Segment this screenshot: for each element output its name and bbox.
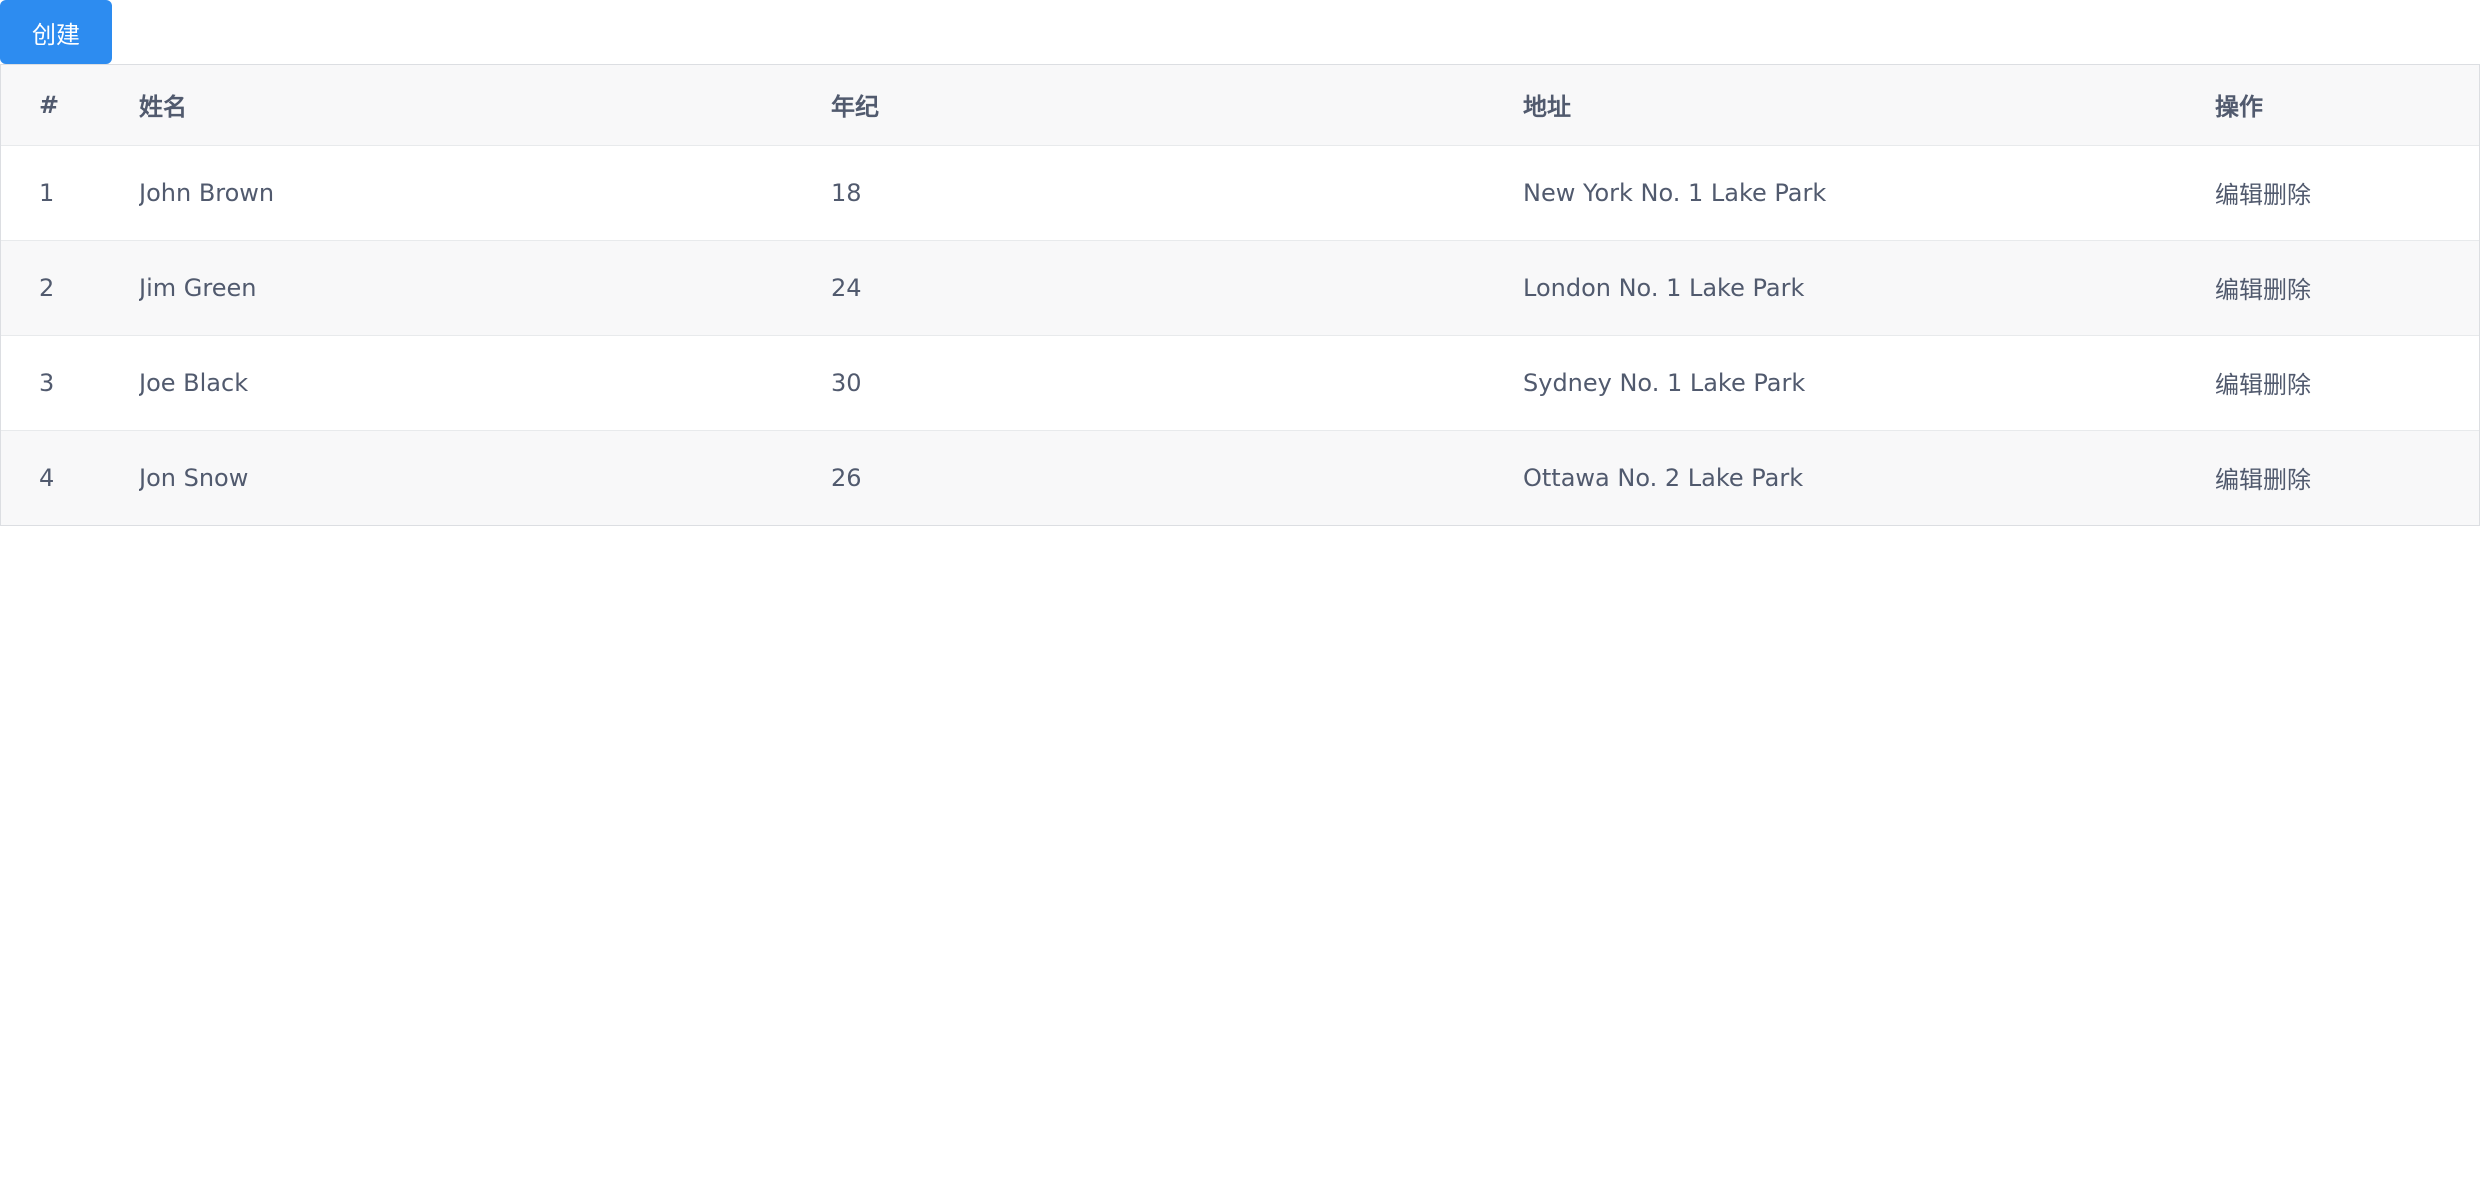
row-actions: 编辑删除 — [2215, 335, 2479, 431]
delete-button[interactable]: 删除 — [2263, 181, 2311, 209]
edit-button[interactable]: 编辑 — [2215, 276, 2263, 304]
row-age: 24 — [831, 240, 1523, 336]
row-name: Jim Green — [139, 240, 831, 336]
column-header-address: 地址 — [1523, 65, 2215, 146]
row-age: 26 — [831, 463, 862, 492]
row-index: 4 — [39, 463, 55, 492]
row-actions: 编辑删除 — [2215, 430, 2479, 525]
table-row: 3 Joe Black 30 Sydney No. 1 Lake Park 编辑… — [1, 335, 2479, 431]
table-row: 4 Jon Snow 26 Ottawa No. 2 Lake Park 编辑删… — [1, 430, 2479, 525]
column-header-index: # — [1, 65, 139, 146]
row-actions: 编辑删除 — [2215, 240, 2479, 336]
column-header-actions: 操作 — [2215, 65, 2479, 146]
row-address: Ottawa No. 2 Lake Park — [1523, 463, 1804, 492]
row-age: 18 — [831, 145, 1523, 241]
table-header: # 姓名 年纪 地址 操作 — [1, 65, 2479, 146]
row-index: 2 — [1, 240, 139, 336]
toolbar: 创建 — [0, 0, 2480, 64]
row-name: Joe Black — [139, 335, 831, 431]
row-name: Jon Snow — [139, 463, 249, 492]
row-address: London No. 1 Lake Park — [1523, 240, 2215, 336]
row-index: 1 — [1, 145, 139, 241]
delete-button[interactable]: 删除 — [2263, 466, 2311, 494]
row-address: New York No. 1 Lake Park — [1523, 145, 2215, 241]
create-button[interactable]: 创建 — [0, 0, 112, 64]
row-name: John Brown — [139, 145, 831, 241]
column-header-name: 姓名 — [139, 65, 831, 146]
table-row: 1 John Brown 18 New York No. 1 Lake Park… — [1, 145, 2479, 241]
delete-button[interactable]: 删除 — [2263, 371, 2311, 399]
row-age: 30 — [831, 335, 1523, 431]
row-actions: 编辑删除 — [2215, 145, 2479, 241]
table-row: 2 Jim Green 24 London No. 1 Lake Park 编辑… — [1, 240, 2479, 336]
row-address: Sydney No. 1 Lake Park — [1523, 335, 2215, 431]
data-table: # 姓名 年纪 地址 操作 1 John Brown 18 New York N… — [0, 64, 2480, 526]
edit-button[interactable]: 编辑 — [2215, 181, 2263, 209]
delete-button[interactable]: 删除 — [2263, 276, 2311, 304]
row-index: 3 — [1, 335, 139, 431]
column-header-age: 年纪 — [831, 65, 1523, 146]
edit-button[interactable]: 编辑 — [2215, 371, 2263, 399]
edit-button[interactable]: 编辑 — [2215, 466, 2263, 494]
